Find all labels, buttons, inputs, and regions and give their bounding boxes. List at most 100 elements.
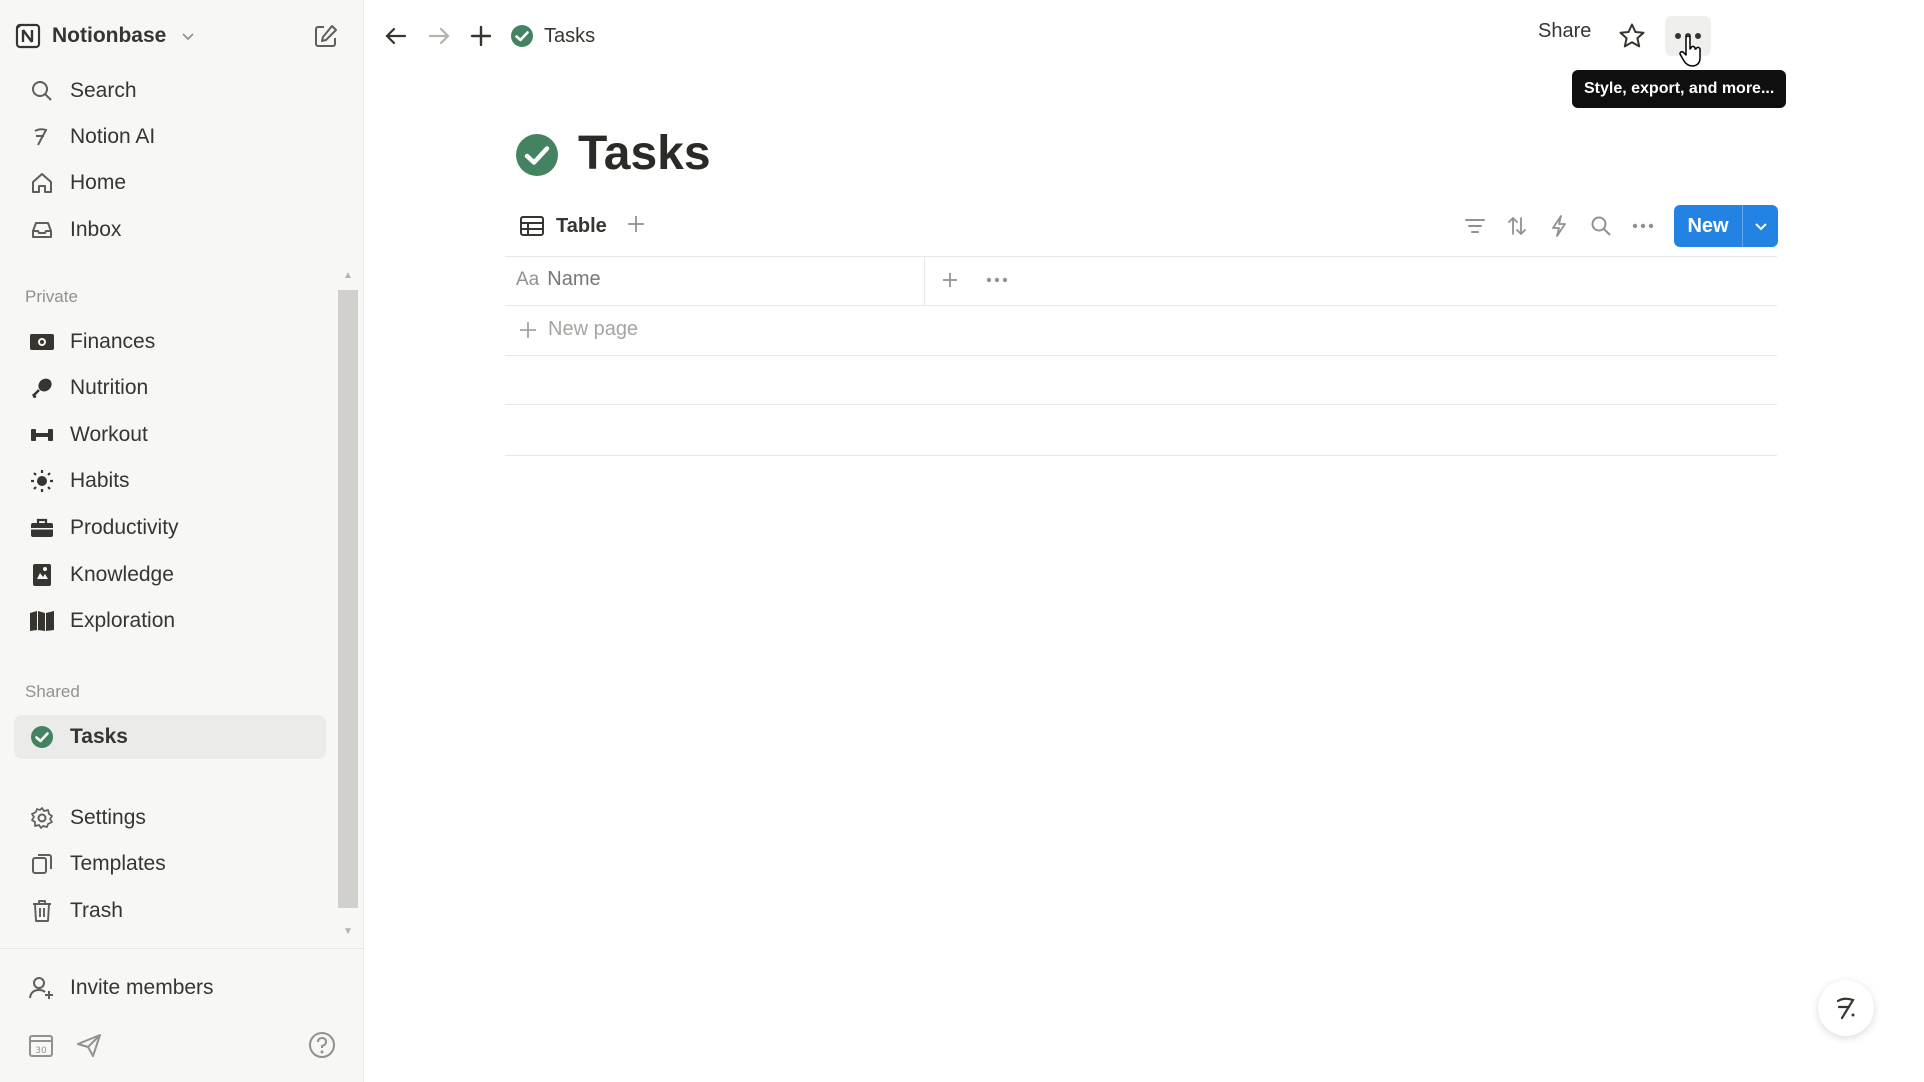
help-icon — [309, 1032, 335, 1058]
new-tab-button[interactable] — [461, 16, 501, 56]
add-view-button[interactable] — [622, 210, 650, 238]
chevron-down-icon — [1754, 223, 1767, 231]
workspace-name: Notionbase — [52, 24, 167, 47]
sort-button[interactable] — [1501, 210, 1533, 242]
sidebar-item-settings[interactable]: Settings — [14, 796, 326, 840]
sidebar-item-nutrition[interactable]: Nutrition — [14, 366, 326, 410]
sidebar-item-label: Notion AI — [70, 125, 156, 148]
sidebar-item-label: Tasks — [70, 725, 128, 748]
lightning-icon — [1552, 215, 1566, 237]
sidebar-item-label: Home — [70, 171, 127, 194]
home-icon — [28, 169, 56, 197]
sidebar-item-home[interactable]: Home — [14, 161, 326, 205]
trash-icon — [28, 897, 56, 925]
section-label-private: Private — [25, 287, 78, 306]
sidebar-item-inbox[interactable]: Inbox — [14, 208, 326, 252]
page-check-circle-icon[interactable] — [515, 133, 559, 177]
invite-members-button[interactable]: Invite members — [14, 966, 326, 1010]
table-footer-border — [505, 404, 1777, 405]
new-button-dropdown[interactable] — [1743, 218, 1778, 234]
back-button[interactable] — [376, 16, 416, 56]
sidebar-item-label: Inbox — [70, 218, 122, 241]
calendar-button[interactable]: 30 — [24, 1028, 58, 1062]
workspace-switcher[interactable]: Notionbase — [14, 16, 196, 56]
notion-ai-floating-button[interactable] — [1818, 980, 1874, 1036]
sidebar-item-trash[interactable]: Trash — [14, 889, 326, 933]
automations-button[interactable] — [1543, 210, 1575, 242]
sidebar-item-label: Workout — [70, 423, 148, 446]
send-button[interactable] — [72, 1028, 106, 1062]
sidebar-item-label: Search — [70, 79, 137, 102]
plus-icon — [520, 321, 536, 338]
pointer-cursor-icon — [1679, 36, 1701, 67]
new-page-compose-button[interactable] — [308, 18, 344, 54]
sun-icon — [28, 467, 56, 495]
page-title[interactable]: Tasks — [578, 126, 711, 181]
new-page-row-label: New page — [548, 318, 639, 340]
sidebar-divider — [0, 948, 364, 949]
sidebar-item-habits[interactable]: Habits — [14, 459, 326, 503]
calendar-icon: 30 — [29, 1035, 53, 1057]
filter-icon — [1465, 219, 1485, 233]
arrow-left-icon — [385, 27, 407, 45]
favorite-button[interactable] — [1612, 16, 1652, 56]
view-tab-table[interactable]: Table — [520, 210, 607, 242]
send-icon — [77, 1034, 101, 1057]
columns-more-button[interactable] — [983, 266, 1011, 294]
add-property-button[interactable] — [936, 266, 964, 294]
tooltip: Style, export, and more... — [1572, 70, 1787, 108]
sidebar-item-tasks[interactable]: Tasks — [14, 715, 326, 759]
breadcrumb[interactable]: Tasks — [510, 20, 595, 52]
help-button[interactable] — [305, 1028, 339, 1062]
sidebar-item-label: Habits — [70, 469, 130, 492]
new-record-button[interactable]: New — [1674, 205, 1778, 247]
inbox-icon — [28, 216, 56, 244]
sidebar-item-label: Trash — [70, 899, 123, 922]
sidebar-item-label: Productivity — [70, 516, 179, 539]
sidebar-item-productivity[interactable]: Productivity — [14, 506, 326, 550]
plus-icon — [943, 273, 957, 287]
templates-icon — [28, 850, 56, 878]
more-horizontal-icon — [986, 277, 1008, 283]
sidebar-item-finances[interactable]: Finances — [14, 320, 326, 364]
sidebar-item-search[interactable]: Search — [14, 69, 326, 113]
table-icon — [520, 216, 544, 236]
sidebar-item-templates[interactable]: Templates — [14, 842, 326, 886]
share-button[interactable]: Share — [1538, 20, 1591, 43]
scroll-down-arrow[interactable]: ▼ — [343, 926, 353, 937]
sidebar-item-knowledge[interactable]: Knowledge — [14, 553, 326, 597]
sidebar-item-notion-ai[interactable]: Notion AI — [14, 115, 326, 159]
sidebar-item-workout[interactable]: Workout — [14, 413, 326, 457]
compose-icon — [315, 25, 337, 47]
filter-button[interactable] — [1459, 210, 1491, 242]
notion-logo-icon — [15, 23, 41, 49]
sidebar: Notionbase Search Notion AI Home Inbox P… — [0, 0, 364, 1082]
drumstick-icon — [28, 374, 56, 402]
breadcrumb-page-title: Tasks — [544, 24, 596, 47]
sidebar-item-label: Templates — [70, 852, 166, 875]
column-divider — [924, 256, 925, 306]
view-tab-label: Table — [556, 214, 607, 237]
search-icon — [28, 77, 56, 105]
arrow-right-icon — [428, 27, 450, 45]
text-property-icon: Aa — [516, 268, 540, 290]
check-circle-icon — [28, 723, 56, 751]
database-more-button[interactable] — [1627, 210, 1659, 242]
check-circle-icon — [511, 25, 533, 47]
section-label-shared: Shared — [25, 682, 80, 701]
svg-text:30: 30 — [35, 1046, 47, 1056]
add-person-icon — [28, 974, 56, 1002]
notebook-icon — [28, 561, 56, 589]
plus-icon — [470, 25, 492, 47]
column-header-name[interactable]: Aa Name — [516, 268, 601, 291]
column-header-label: Name — [547, 268, 601, 290]
sidebar-item-label: Settings — [70, 806, 146, 829]
sidebar-scrollbar-thumb[interactable] — [338, 290, 358, 908]
search-database-button[interactable] — [1585, 210, 1617, 242]
scroll-up-arrow[interactable]: ▲ — [343, 270, 353, 281]
sidebar-item-label: Nutrition — [70, 376, 149, 399]
forward-button[interactable] — [419, 16, 459, 56]
money-icon — [28, 328, 56, 356]
new-page-row-button[interactable]: New page — [518, 318, 638, 341]
sidebar-item-exploration[interactable]: Exploration — [14, 599, 326, 643]
